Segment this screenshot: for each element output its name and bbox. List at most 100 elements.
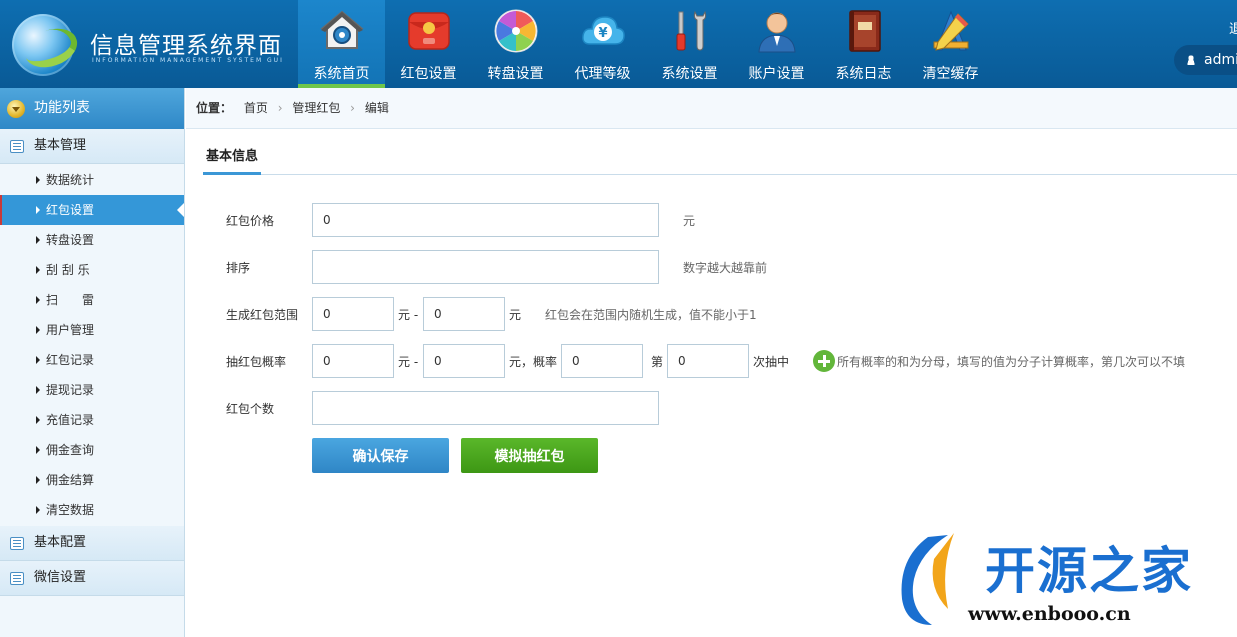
sidebar-group-basic-config[interactable]: 基本配置 bbox=[0, 526, 184, 561]
prob-nth-suffix: 次抽中 bbox=[753, 355, 790, 369]
sidebar-group-label: 微信设置 bbox=[34, 570, 87, 585]
caret-right-icon bbox=[36, 296, 40, 304]
sidebar-item-label: 刮 刮 乐 bbox=[46, 263, 90, 277]
prob-dash: 元 - bbox=[398, 355, 419, 369]
breadcrumb-home-link[interactable]: 首页 bbox=[244, 101, 268, 115]
sidebar-item-minesweeper[interactable]: 扫 雷 bbox=[0, 285, 184, 315]
section-tabbar: 基本信息 bbox=[203, 143, 1237, 175]
sidebar-group-wechat-settings[interactable]: 微信设置 bbox=[0, 561, 184, 596]
breadcrumb: 位置： 首页 › 管理红包 › 编辑 bbox=[186, 88, 1237, 129]
sidebar-item-label: 红包设置 bbox=[46, 203, 95, 217]
sidebar-header-title: 功能列表 bbox=[34, 100, 90, 116]
price-label: 红包价格 bbox=[226, 214, 275, 228]
nav-label: 代理等级 bbox=[574, 66, 631, 82]
globe-logo-icon bbox=[10, 12, 83, 76]
sidebar: 功能列表 基本管理 数据统计 红包设置 转盘设置 刮 刮 乐 扫 雷 用户管理 … bbox=[0, 88, 185, 637]
sidebar-item-redpacket-records[interactable]: 红包记录 bbox=[0, 345, 184, 375]
prob-max-input[interactable] bbox=[423, 344, 505, 378]
sidebar-item-wheel-settings[interactable]: 转盘设置 bbox=[0, 225, 184, 255]
prob-mid-text: 元，概率 bbox=[509, 355, 558, 369]
red-envelope-icon bbox=[408, 12, 450, 50]
nav-label: 系统设置 bbox=[661, 66, 718, 82]
nav-clear-cache[interactable]: 清空缓存 bbox=[907, 0, 994, 88]
count-input[interactable] bbox=[312, 391, 659, 425]
breadcrumb-current: 编辑 bbox=[364, 101, 389, 115]
prob-rate-input[interactable] bbox=[561, 344, 643, 378]
nav-account-settings[interactable]: 账户设置 bbox=[733, 0, 820, 88]
svg-text:¥: ¥ bbox=[598, 26, 607, 41]
range-dash: 元 - bbox=[398, 308, 419, 322]
nav-system-log[interactable]: 系统日志 bbox=[820, 0, 907, 88]
range-max-input[interactable] bbox=[423, 297, 505, 331]
save-button[interactable]: 确认保存 bbox=[312, 438, 449, 473]
nav-label: 转盘设置 bbox=[487, 66, 544, 82]
app-title: 信息管理系统界面 bbox=[90, 33, 282, 59]
range-min-input[interactable] bbox=[312, 297, 394, 331]
user-icon bbox=[1186, 55, 1196, 65]
sort-input[interactable] bbox=[312, 250, 659, 284]
sidebar-item-label: 数据统计 bbox=[46, 173, 95, 187]
username: admin bbox=[1204, 52, 1237, 68]
chevron-down-circle-icon bbox=[7, 100, 25, 118]
range-label: 生成红包范围 bbox=[226, 308, 299, 322]
caret-right-icon bbox=[36, 266, 40, 274]
breadcrumb-manage-link[interactable]: 管理红包 bbox=[292, 101, 340, 115]
watermark-url: www.enbooo.cn bbox=[968, 603, 1131, 625]
breadcrumb-separator-icon: › bbox=[277, 101, 283, 115]
count-label: 红包个数 bbox=[226, 402, 275, 416]
watermark-brand: 开源之家 bbox=[985, 542, 1193, 600]
simulate-draw-button[interactable]: 模拟抽红包 bbox=[461, 438, 598, 473]
tools-icon bbox=[676, 10, 707, 51]
sidebar-item-clear-data[interactable]: 清空数据 bbox=[0, 495, 184, 525]
nav-label: 清空缓存 bbox=[922, 66, 979, 82]
prob-min-input[interactable] bbox=[312, 344, 394, 378]
nav-redpacket[interactable]: 红包设置 bbox=[385, 0, 472, 88]
nav-wheel[interactable]: 转盘设置 bbox=[472, 0, 559, 88]
caret-right-icon bbox=[36, 326, 40, 334]
sidebar-header: 功能列表 bbox=[0, 88, 184, 129]
sidebar-item-commission-query[interactable]: 佣金查询 bbox=[0, 435, 184, 465]
sidebar-group-label: 基本管理 bbox=[34, 138, 87, 153]
sidebar-item-recharge-records[interactable]: 充值记录 bbox=[0, 405, 184, 435]
caret-right-icon bbox=[36, 446, 40, 454]
watermark: 开源之家 www.enbooo.cn bbox=[880, 525, 1237, 637]
sort-hint: 数字越大越靠前 bbox=[683, 261, 768, 275]
home-icon bbox=[320, 10, 364, 49]
nav-label: 系统日志 bbox=[835, 66, 892, 82]
sidebar-items: 数据统计 红包设置 转盘设置 刮 刮 乐 扫 雷 用户管理 红包记录 提现记录 … bbox=[0, 164, 184, 526]
ruler-pencil-icon bbox=[933, 10, 969, 51]
sort-label: 排序 bbox=[226, 261, 251, 275]
sidebar-item-label: 用户管理 bbox=[46, 323, 95, 337]
nav-home[interactable]: 系统首页 bbox=[298, 0, 385, 88]
sidebar-item-commission-settle[interactable]: 佣金结算 bbox=[0, 465, 184, 495]
sidebar-group-basic-management[interactable]: 基本管理 bbox=[0, 129, 184, 164]
nav-label: 账户设置 bbox=[748, 66, 805, 82]
caret-right-icon bbox=[36, 356, 40, 364]
user-menu[interactable]: admin bbox=[1174, 45, 1237, 75]
caret-right-icon bbox=[36, 236, 40, 244]
color-wheel-icon bbox=[494, 9, 538, 53]
nav-system-settings[interactable]: 系统设置 bbox=[646, 0, 733, 88]
sidebar-item-scratch-card[interactable]: 刮 刮 乐 bbox=[0, 255, 184, 285]
caret-right-icon bbox=[36, 506, 40, 514]
prob-nth-input[interactable] bbox=[667, 344, 749, 378]
user-account-icon bbox=[758, 12, 796, 53]
yen-cloud-icon: ¥ bbox=[582, 16, 625, 45]
sidebar-item-label: 转盘设置 bbox=[46, 233, 95, 247]
sidebar-item-label: 扫 雷 bbox=[46, 293, 95, 307]
breadcrumb-separator-icon: › bbox=[350, 101, 355, 115]
caret-right-icon bbox=[36, 416, 40, 424]
nav-agent-level[interactable]: ¥ 代理等级 bbox=[559, 0, 646, 88]
sidebar-item-withdraw-records[interactable]: 提现记录 bbox=[0, 375, 184, 405]
tab-basic-info[interactable]: 基本信息 bbox=[203, 143, 262, 175]
sidebar-item-redpacket-settings[interactable]: 红包设置 bbox=[0, 195, 184, 225]
sidebar-item-label: 佣金结算 bbox=[46, 473, 95, 487]
top-header: 信息管理系统界面 INFORMATION MANAGEMENT SYSTEM G… bbox=[0, 0, 1237, 88]
sidebar-item-data-stats[interactable]: 数据统计 bbox=[0, 165, 184, 195]
logout-link[interactable]: 退 bbox=[1229, 18, 1237, 37]
sidebar-item-user-management[interactable]: 用户管理 bbox=[0, 315, 184, 345]
add-icon[interactable] bbox=[813, 350, 835, 372]
price-input[interactable] bbox=[312, 203, 659, 237]
price-unit: 元 bbox=[683, 214, 696, 228]
caret-right-icon bbox=[36, 206, 40, 214]
